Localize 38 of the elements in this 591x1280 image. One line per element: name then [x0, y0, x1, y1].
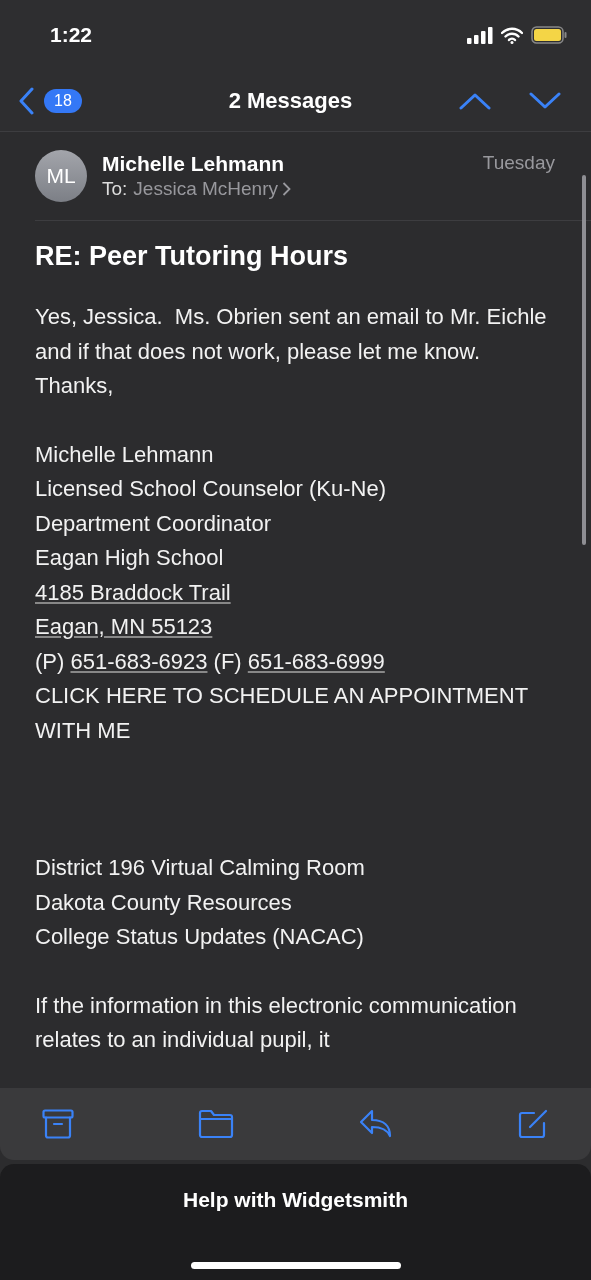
body-link[interactable]: 651-683-6999 — [247, 648, 385, 674]
message-subject: RE: Peer Tutoring Hours — [35, 241, 350, 272]
body-text: Thanks, — [35, 372, 115, 400]
body-link[interactable]: 4185 Braddock Trail — [35, 579, 231, 605]
body-text: (F) — [212, 648, 243, 674]
compose-button[interactable] — [517, 1108, 549, 1140]
body-text: Yes, Jessica. Ms. Obrien sent an email to Mr. Eichle and if that does not work, please let me know. — [35, 303, 547, 366]
body-text: District 196 Virtual Calming Room — [35, 854, 366, 882]
body-link[interactable]: Eagan, MN 55123 — [35, 614, 213, 639]
body-text: CLICK HERE TO SCHEDULE AN APPOINTMENT WITH ME — [35, 682, 529, 745]
to-label: To: — [102, 178, 128, 200]
sheet-title: Help with Widgetsmith — [183, 1188, 408, 1212]
message-date: Tuesday — [482, 151, 555, 174]
signal-icon — [467, 26, 493, 44]
body-text: College Status Updates (NACAC) — [35, 923, 365, 951]
back-button[interactable] — [18, 86, 34, 115]
status-time: 1:22 — [50, 23, 93, 47]
wifi-icon — [501, 26, 523, 44]
body-text: Dakota County Resources — [35, 888, 293, 917]
move-to-folder-button[interactable] — [198, 1109, 235, 1139]
battery-icon — [531, 26, 567, 44]
body-link[interactable]: 651-683-6923 — [70, 648, 208, 674]
reply-button[interactable] — [358, 1109, 393, 1139]
body-text: (P) — [35, 648, 66, 674]
body-text: Licensed School Counselor (Ku-Ne) — [35, 475, 387, 503]
body-text: Eagan High School — [35, 544, 225, 572]
chevron-icon — [282, 181, 291, 197]
body-text: Department Coordinator — [35, 509, 272, 538]
body-text: If the information in this electronic communication relates to an individual pupil, it — [35, 991, 518, 1054]
avatar: ML — [35, 150, 87, 202]
archive-button[interactable] — [42, 1109, 74, 1139]
sender-name: Michelle Lehmann — [102, 152, 286, 176]
next-message-button[interactable] — [529, 91, 561, 110]
unread-count-badge: 18 — [44, 88, 82, 113]
nav-title: 2 Messages — [227, 87, 354, 114]
previous-message-button[interactable] — [459, 91, 491, 110]
recipient-link[interactable]: Jessica McHenry — [133, 178, 291, 200]
body-text: Michelle Lehmann — [35, 440, 215, 469]
